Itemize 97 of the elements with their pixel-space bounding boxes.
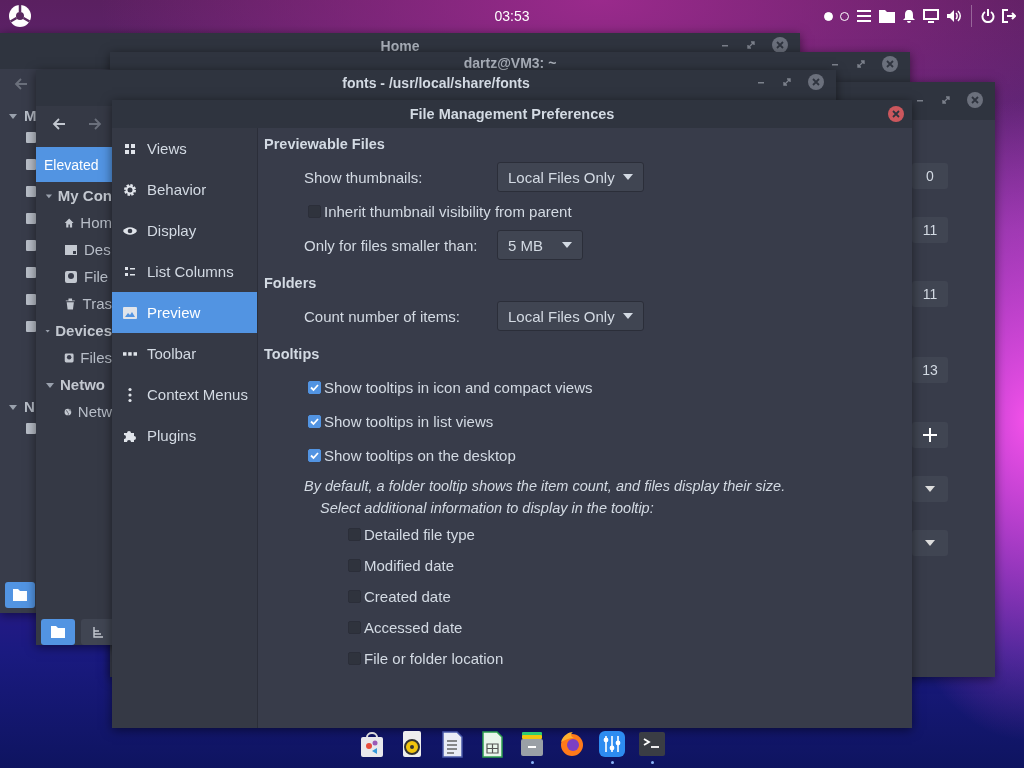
checkbox-label[interactable]: Created date <box>364 588 451 605</box>
dialog-title: File Management Preferences <box>409 106 615 122</box>
power-icon[interactable] <box>981 9 995 23</box>
maximize-icon[interactable] <box>856 59 866 69</box>
sidebar-tab[interactable]: Toolbar <box>112 333 257 374</box>
sliders-icon[interactable] <box>598 730 626 758</box>
checkbox-label[interactable]: Show tooltips in icon and compact views <box>324 378 593 396</box>
sidebar-heading[interactable]: Devices <box>55 322 112 339</box>
file-cabinet-icon[interactable] <box>518 730 546 758</box>
back-arrow-icon[interactable] <box>52 117 66 131</box>
close-icon[interactable] <box>888 106 904 122</box>
checkbox-label[interactable]: Inherit thumbnail visibility from parent <box>324 202 572 220</box>
number-field[interactable]: 11 <box>912 281 948 307</box>
sidebar-heading[interactable]: My Con <box>57 187 112 204</box>
checkbox[interactable] <box>308 414 321 428</box>
terminal-icon[interactable] <box>638 730 666 758</box>
sidebar-tab[interactable]: Behavior <box>112 169 257 210</box>
section-heading: Previewable Files <box>264 136 386 154</box>
number-field[interactable]: 0 <box>912 163 948 189</box>
forward-arrow-icon[interactable] <box>88 117 102 131</box>
add-button[interactable] <box>912 422 948 448</box>
logout-icon[interactable] <box>1002 9 1016 23</box>
sidebar-item[interactable]: File <box>84 268 109 285</box>
maximize-icon[interactable] <box>782 77 792 87</box>
checkbox-label[interactable]: Accessed date <box>364 619 463 636</box>
dropdown[interactable]: 5 MB <box>497 230 583 260</box>
sidebar-item[interactable]: Tras <box>82 295 112 312</box>
window-title: dartz@VM3: ~ <box>463 54 557 71</box>
checkbox-label[interactable]: Modified date <box>364 557 455 574</box>
window-title: fonts - /usr/local/share/fonts <box>342 74 530 91</box>
close-icon[interactable] <box>772 37 788 53</box>
workspace-dot[interactable] <box>824 11 833 21</box>
desktop-icon <box>64 242 78 257</box>
dropdown[interactable]: Local Files Only <box>497 301 644 331</box>
dropdown[interactable]: Local Files Only <box>497 162 644 192</box>
clock[interactable]: 03:53 <box>494 8 530 24</box>
settings-icon <box>122 181 138 198</box>
checkbox-label[interactable]: Detailed file type <box>364 526 475 543</box>
caret-icon <box>622 313 633 319</box>
sidebar-item[interactable]: Netw <box>77 403 112 420</box>
monitor-icon[interactable] <box>923 9 939 23</box>
checkbox[interactable] <box>308 448 321 462</box>
hint-text: Select additional information to display in the tooltip: <box>319 499 655 518</box>
dots-icon <box>122 351 138 356</box>
shopping-bag-icon[interactable] <box>358 730 386 758</box>
sidebar-tab[interactable]: List Columns <box>112 251 257 292</box>
checkbox-label[interactable]: Show tooltips in list views <box>324 412 494 430</box>
image-icon <box>122 304 138 321</box>
browser-icon[interactable] <box>558 730 586 758</box>
dropdown[interactable] <box>912 530 948 556</box>
sidebar-heading[interactable]: Netwo <box>60 376 105 393</box>
sidebar-tab[interactable]: Views <box>112 128 257 169</box>
caret-icon <box>925 486 935 492</box>
sidebar-item[interactable]: Hom <box>80 214 112 231</box>
sidebar-heading[interactable]: M <box>24 107 37 124</box>
tree-icon <box>92 626 104 638</box>
caret-icon <box>622 174 633 180</box>
logo-icon[interactable] <box>8 4 32 28</box>
folder-button[interactable] <box>5 582 35 608</box>
dropdown[interactable] <box>912 476 948 502</box>
close-icon[interactable] <box>967 92 983 108</box>
caret-icon <box>562 242 572 248</box>
folder-icon <box>51 626 65 638</box>
folder-icon[interactable] <box>879 9 895 23</box>
sidebar-item[interactable]: Des <box>84 241 111 258</box>
number-field[interactable]: 13 <box>912 357 948 383</box>
speaker-icon[interactable] <box>946 9 962 23</box>
trash-icon <box>64 296 77 311</box>
tree-view-button[interactable] <box>81 619 115 645</box>
maximize-icon[interactable] <box>746 40 756 50</box>
option-label: Only for files smaller than: <box>304 236 479 254</box>
elevated-banner: Elevated <box>36 147 112 182</box>
caret-icon <box>925 540 935 546</box>
folder-button[interactable] <box>41 619 75 645</box>
section-heading: Tooltips <box>264 346 321 364</box>
plus-icon <box>923 428 937 442</box>
sidebar-tab[interactable]: Display <box>112 210 257 251</box>
folder-icon <box>13 589 27 601</box>
sidebar-item[interactable]: Files <box>80 349 112 366</box>
sidebar-tab[interactable]: Context Menus <box>112 374 257 415</box>
number-field[interactable]: 11 <box>912 217 948 243</box>
close-icon[interactable] <box>808 74 824 90</box>
section-heading: Folders <box>264 275 318 293</box>
bell-icon[interactable] <box>902 9 916 23</box>
hint-text: By default, a folder tooltip shows the item count, and files display their size. <box>303 477 787 496</box>
close-icon[interactable] <box>882 56 898 72</box>
maximize-icon[interactable] <box>941 95 951 105</box>
checkbox-label[interactable]: Show tooltips on the desktop <box>324 446 516 464</box>
drive-icon <box>64 269 78 284</box>
checkbox-label[interactable]: File or folder location <box>364 650 504 667</box>
window-title: Home <box>380 37 420 54</box>
option-label: Show thumbnails: <box>304 168 424 186</box>
checkbox[interactable] <box>308 380 321 394</box>
option-label: Count number of items: <box>304 307 461 325</box>
sidebar-tab[interactable]: Plugins <box>112 415 257 456</box>
sidebar-heading[interactable]: N <box>24 398 35 415</box>
menu-icon[interactable] <box>856 9 872 23</box>
